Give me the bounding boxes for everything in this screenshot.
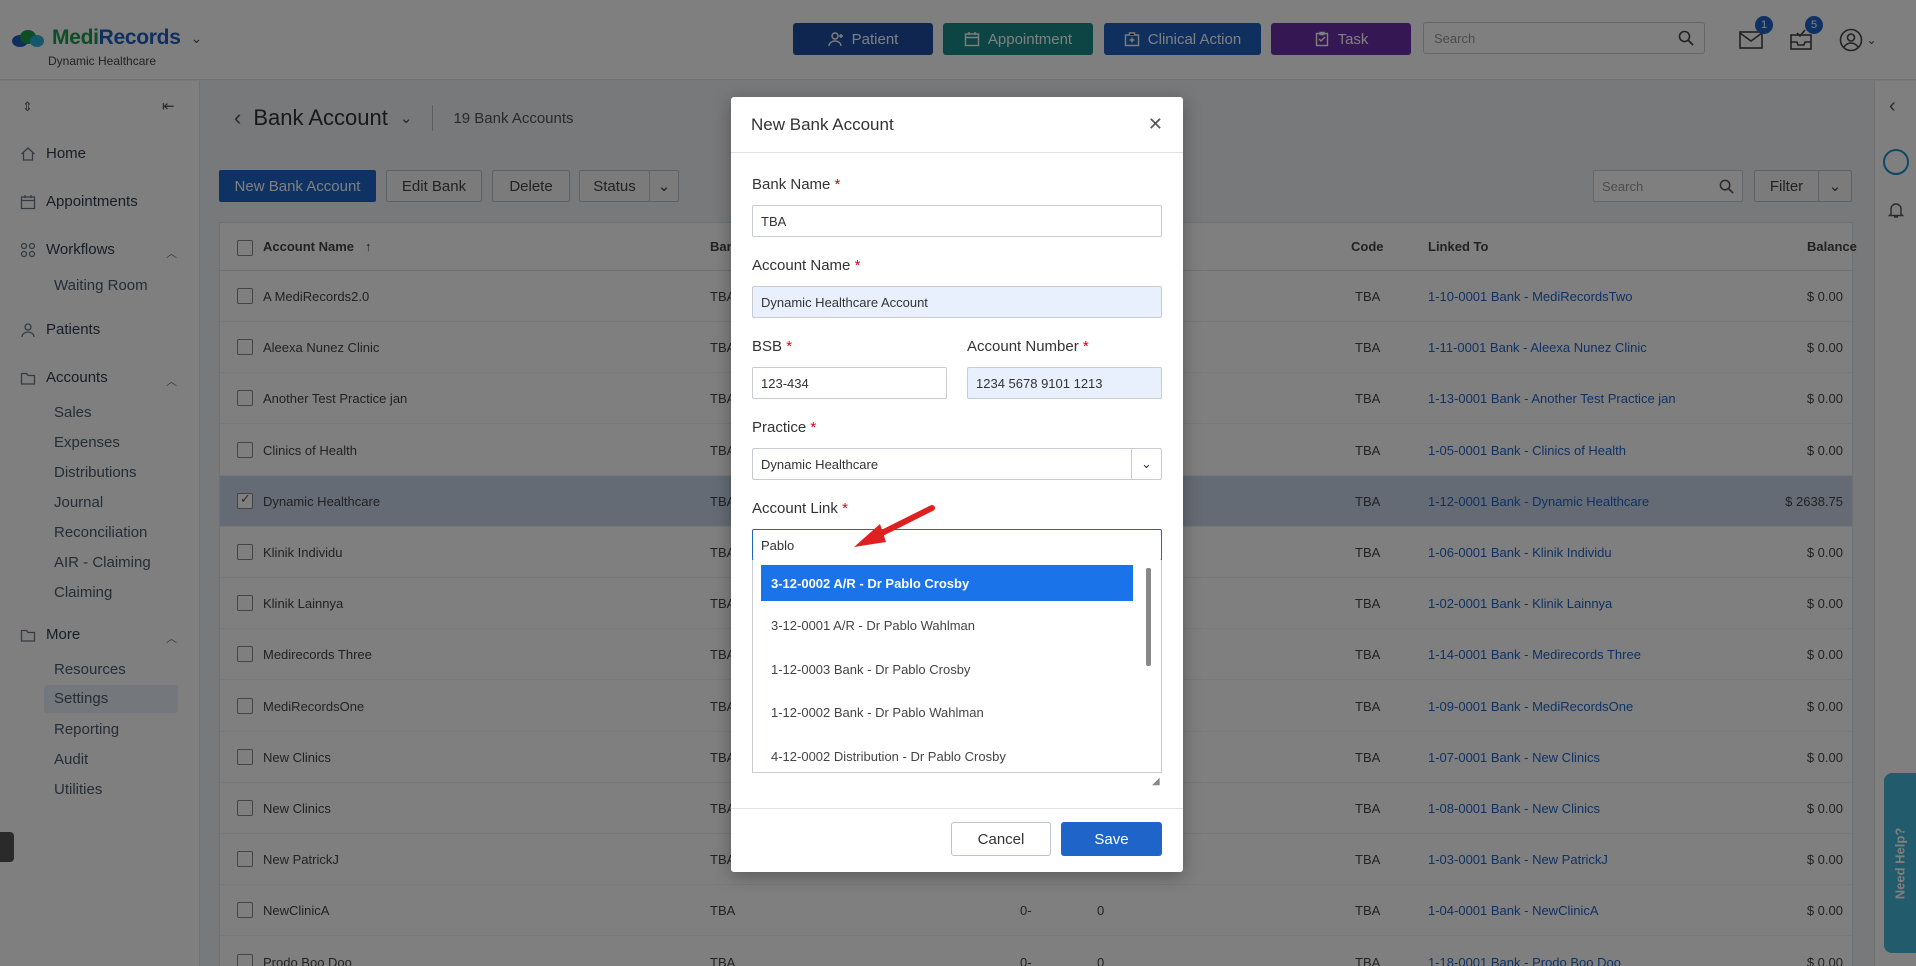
practice-label: Practice * [752, 419, 817, 436]
account-name-label: Account Name * [752, 257, 861, 274]
bsb-input[interactable]: 123-434 [752, 367, 947, 399]
cancel-button[interactable]: Cancel [951, 822, 1051, 856]
annotation-arrow [854, 505, 935, 547]
dropdown-option[interactable]: 1-12-0002 Bank - Dr Pablo Wahlman [761, 694, 1133, 730]
chevron-down-icon[interactable]: ⌄ [1131, 449, 1161, 479]
practice-select[interactable]: Dynamic Healthcare ⌄ [752, 448, 1162, 480]
dialog-footer: Cancel Save [731, 808, 1183, 872]
new-bank-account-dialog: New Bank Account ✕ Bank Name * TBA Accou… [731, 97, 1183, 872]
dropdown-option[interactable]: 1-12-0003 Bank - Dr Pablo Crosby [761, 651, 1133, 687]
account-link-label: Account Link * [752, 500, 848, 517]
bsb-label: BSB * [752, 338, 793, 355]
account-number-label: Account Number * [967, 338, 1089, 355]
close-icon[interactable]: ✕ [1148, 114, 1163, 135]
account-name-input[interactable]: Dynamic Healthcare Account [752, 286, 1162, 318]
bank-name-input[interactable]: TBA [752, 205, 1162, 237]
dialog-title: New Bank Account [751, 114, 894, 134]
dropdown-option[interactable]: 3-12-0002 A/R - Dr Pablo Crosby [761, 565, 1133, 601]
dropdown-scrollbar[interactable] [1146, 568, 1151, 666]
account-number-input[interactable]: 1234 5678 9101 1213 [967, 367, 1162, 399]
resize-handle-icon[interactable]: ◢ [1152, 776, 1160, 787]
dropdown-option[interactable]: 4-12-0002 Distribution - Dr Pablo Crosby [761, 738, 1133, 772]
practice-select-value: Dynamic Healthcare [761, 456, 879, 472]
account-link-input[interactable]: Pablo [752, 529, 1162, 561]
bank-name-label: Bank Name * [752, 176, 841, 193]
save-button[interactable]: Save [1061, 822, 1162, 856]
dialog-header: New Bank Account ✕ [731, 97, 1183, 153]
account-link-dropdown: 3-12-0002 A/R - Dr Pablo Crosby 3-12-000… [752, 560, 1162, 773]
dropdown-option[interactable]: 3-12-0001 A/R - Dr Pablo Wahlman [761, 607, 1133, 643]
